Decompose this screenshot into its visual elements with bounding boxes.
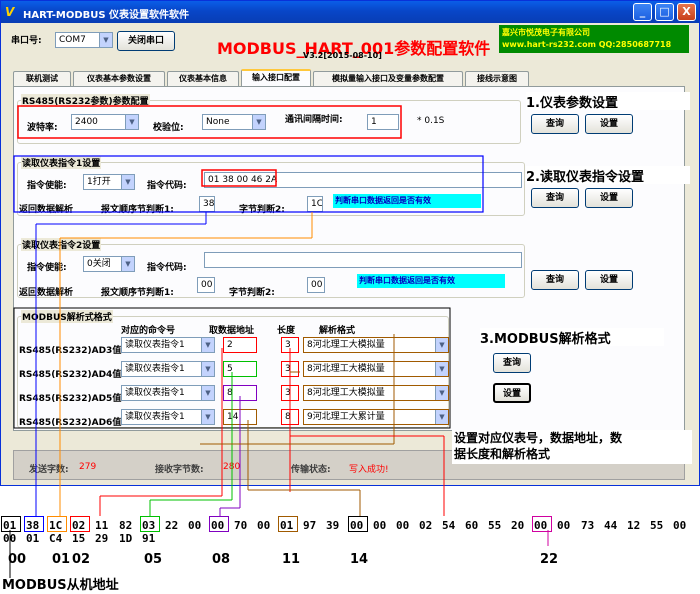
hex-byte: 12 — [627, 519, 641, 532]
hex-byte: 00 — [257, 519, 271, 532]
hex-byte: 15 — [72, 532, 86, 545]
hex-byte: 11 — [95, 519, 109, 532]
hex-index-label: 11 — [282, 552, 301, 567]
hex-byte-highlight — [348, 516, 368, 532]
hex-byte: 00 — [673, 519, 687, 532]
hex-byte: 60 — [465, 519, 479, 532]
slave-address-label: MODBUS从机地址 — [2, 578, 119, 593]
hex-byte: 00 — [396, 519, 410, 532]
hex-byte: 55 — [650, 519, 664, 532]
hex-byte: 44 — [604, 519, 618, 532]
hex-byte: 55 — [488, 519, 502, 532]
hex-byte: 29 — [95, 532, 109, 545]
cmd1-highlight — [13, 155, 484, 213]
hex-index-label: 22 — [540, 552, 559, 567]
hex-byte-highlight — [209, 516, 229, 532]
hex-byte-highlight — [1, 516, 21, 532]
hex-byte: 00 — [557, 519, 571, 532]
hex-index-label: 05 — [144, 552, 163, 567]
hex-byte: 91 — [142, 532, 156, 545]
hex-byte: 20 — [511, 519, 525, 532]
hex-byte: 82 — [119, 519, 133, 532]
hex-byte: 00 — [3, 532, 17, 545]
hex-byte: 54 — [442, 519, 456, 532]
hex-byte: 22 — [165, 519, 179, 532]
hex-byte-highlight — [278, 516, 298, 532]
hex-byte: 00 — [188, 519, 202, 532]
hex-byte: 1D — [119, 532, 133, 545]
hex-byte: 01 — [26, 532, 40, 545]
hex-byte: 97 — [303, 519, 317, 532]
hex-index-label: 14 — [350, 552, 369, 567]
hex-byte: C4 — [49, 532, 63, 545]
connector-lines — [9, 105, 549, 578]
hex-index-label: 08 — [212, 552, 231, 567]
rs485-highlight — [17, 105, 402, 139]
hex-byte-highlight — [70, 516, 90, 532]
hex-index-label: 02 — [72, 552, 91, 567]
hex-byte-highlight — [24, 516, 44, 532]
cmd1-code-highlight — [201, 169, 277, 187]
hex-byte-highlight — [140, 516, 160, 532]
hex-byte: 39 — [326, 519, 340, 532]
hex-byte-highlight — [47, 516, 67, 532]
hex-byte: 70 — [234, 519, 248, 532]
hex-byte: 73 — [581, 519, 595, 532]
hex-index-label: 00 — [8, 552, 27, 567]
hex-byte: 02 — [419, 519, 433, 532]
screenshot-canvas: V HART-MODBUS 仪表设置软件软件 _ □ X 串口号: COM7 ▼ … — [0, 0, 700, 594]
hex-index-label: 01 — [52, 552, 71, 567]
hex-byte-highlight — [532, 516, 552, 532]
hex-byte: 00 — [373, 519, 387, 532]
